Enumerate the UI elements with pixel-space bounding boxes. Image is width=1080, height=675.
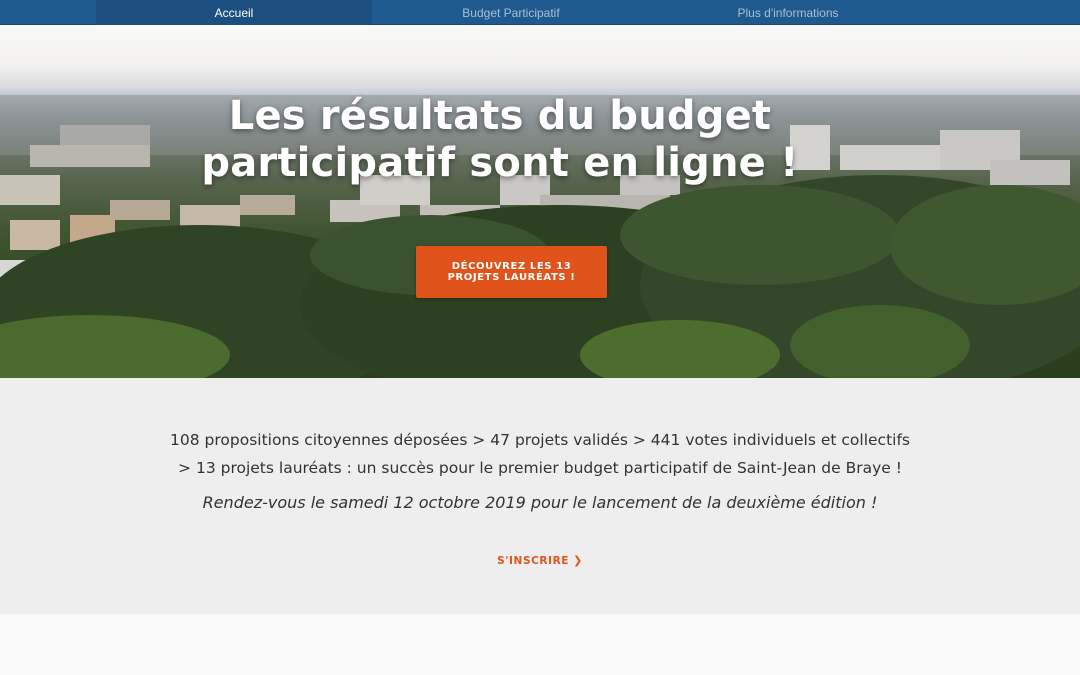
next-edition-announcement: Rendez-vous le samedi 12 octobre 2019 po… [202, 493, 878, 512]
page-bottom-area [0, 614, 1080, 675]
signup-label: S'INSCRIRE [497, 555, 570, 567]
discover-projects-button[interactable]: DÉCOUVREZ LES 13 PROJETS LAURÉATS ! [416, 246, 607, 298]
results-stats: 108 propositions citoyennes déposées > 4… [120, 426, 960, 482]
signup-link[interactable]: S'INSCRIRE ❯ [440, 554, 640, 567]
chevron-right-icon: ❯ [573, 554, 583, 567]
nav-item-accueil[interactable]: Accueil [96, 0, 372, 25]
results-summary-section: 108 propositions citoyennes déposées > 4… [0, 378, 1080, 614]
hero-aerial-photo [0, 95, 1080, 378]
hero-title: Les résultats du budget participatif son… [201, 93, 799, 186]
stats-line-1: 108 propositions citoyennes déposées > 4… [170, 431, 910, 449]
hero-banner: Les résultats du budget participatif son… [0, 25, 1080, 378]
stats-line-2: > 13 projets lauréats : un succès pour l… [178, 459, 902, 477]
nav-item-budget-participatif[interactable]: Budget Participatif [373, 0, 649, 25]
top-navigation: Accueil Budget Participatif Plus d'infor… [0, 0, 1080, 25]
nav-item-plus-informations[interactable]: Plus d'informations [650, 0, 926, 25]
